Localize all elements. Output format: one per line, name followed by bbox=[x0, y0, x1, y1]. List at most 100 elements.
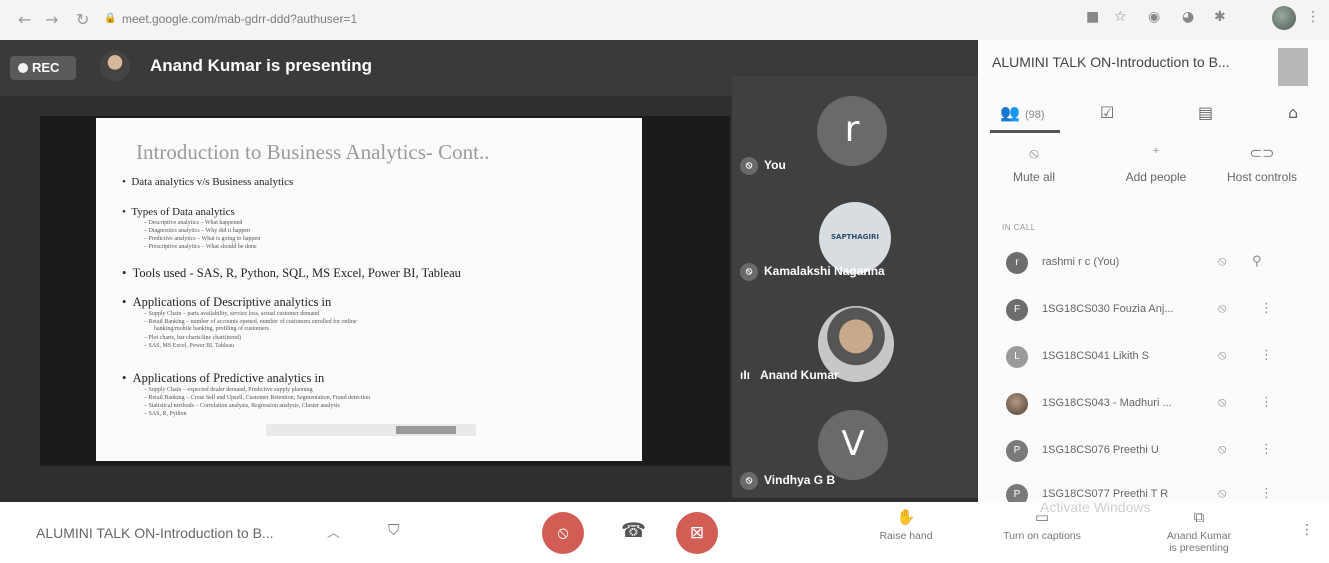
mic-toggle-button[interactable]: ⦸ bbox=[542, 512, 584, 554]
back-arrow-icon[interactable]: ← bbox=[18, 10, 31, 29]
tab-activities[interactable]: ⌂ bbox=[1288, 103, 1298, 122]
slide-title: Introduction to Business Analytics- Cont… bbox=[136, 140, 490, 164]
in-call-heading: IN CALL bbox=[1002, 223, 1036, 232]
more-options-icon[interactable]: ⋮ bbox=[1260, 442, 1273, 457]
more-options-icon[interactable]: ⋮ bbox=[1260, 301, 1273, 316]
slide-bullet: • Applications of Descriptive analytics … bbox=[122, 295, 332, 309]
slide-subbullet: – Predictive analytics – What is going t… bbox=[144, 236, 261, 242]
avatar: L bbox=[1006, 346, 1028, 368]
panel-meeting-title: ALUMINI TALK ON-Introduction to B... bbox=[992, 54, 1230, 70]
slide-subbullet: – Retail Banking – Cross Sell and Upsell… bbox=[144, 395, 371, 401]
avatar: F bbox=[1006, 299, 1028, 321]
shapes-icon: ⌂ bbox=[1288, 103, 1299, 122]
speaking-indicator-icon: ıIı bbox=[740, 368, 751, 382]
mic-off-icon[interactable]: ⦸ bbox=[1218, 395, 1226, 410]
slide-bullet: • Types of Data analytics bbox=[122, 206, 235, 218]
tile-label-anand: ıIı Anand Kumar bbox=[740, 368, 839, 382]
profile-avatar[interactable] bbox=[1272, 6, 1296, 30]
star-icon[interactable]: ☆ bbox=[1114, 9, 1127, 25]
shield-icon[interactable]: ⛉ bbox=[388, 521, 399, 539]
avatar: P bbox=[1006, 440, 1028, 462]
slide-subbullet: – Diagnostics analytics – Why did it hap… bbox=[144, 228, 251, 234]
tab-people[interactable]: 👥 (98) bbox=[1000, 103, 1045, 122]
chevron-up-icon[interactable]: ︿ bbox=[327, 522, 340, 541]
camera-icon[interactable]: ■ bbox=[1086, 9, 1099, 25]
record-dot-icon bbox=[18, 63, 28, 73]
tile-label-you: ⦸ You bbox=[740, 157, 786, 175]
slide-subbullet: – SAS, MS Excel, Power BI, Tableau bbox=[144, 343, 234, 349]
camera-toggle-button[interactable]: ⊠ bbox=[676, 512, 718, 554]
tile-label-vindhya: ⦸ Vindhya G B bbox=[740, 472, 835, 490]
address-bar[interactable]: meet.google.com/mab-gdrr-ddd?authuser=1 bbox=[122, 12, 357, 26]
more-options-icon[interactable]: ⋮ bbox=[1260, 395, 1273, 410]
slide-subbullet: – Statistical methods – Correlation anal… bbox=[144, 403, 340, 409]
camera-off-icon: ⊠ bbox=[689, 523, 705, 543]
people-panel: ALUMINI TALK ON-Introduction to B... 👥 (… bbox=[978, 40, 1329, 502]
avatar: P bbox=[1006, 484, 1028, 502]
present-now-button[interactable]: ⧉ Anand Kumar is presenting bbox=[1156, 508, 1242, 554]
self-view-thumbnail[interactable] bbox=[1278, 48, 1308, 86]
slide-subbullet: – Descriptive analytics – What happened bbox=[144, 220, 243, 226]
mic-off-icon: ⦸ bbox=[1029, 144, 1039, 162]
add-people-button[interactable]: ⁺ Add people bbox=[1108, 144, 1204, 184]
mic-off-icon[interactable]: ⦸ bbox=[1218, 486, 1226, 501]
slide-subbullet: – Plot charts, bar charts/line chart(tre… bbox=[144, 335, 241, 341]
toggle-icon: ⊂⊃ bbox=[1249, 144, 1275, 162]
checkbox-icon: ☑ bbox=[1100, 103, 1115, 122]
mic-off-icon: ⦸ bbox=[740, 157, 758, 175]
slide-bullet: • Data analytics v/s Business analytics bbox=[122, 176, 294, 188]
mic-off-icon[interactable]: ⦸ bbox=[1218, 442, 1226, 457]
phone-icon: ☎ bbox=[621, 518, 646, 542]
participant-row[interactable]: r rashmi r c (You) ⦸ ⚲ bbox=[992, 242, 1322, 286]
participant-row[interactable]: P 1SG18CS077 Preethi T R ⦸ ⋮ bbox=[992, 474, 1322, 502]
shield-extension-icon[interactable]: ◕ bbox=[1182, 9, 1194, 25]
participant-row[interactable]: F 1SG18CS030 Fouzia Anj... ⦸ ⋮ bbox=[992, 289, 1322, 333]
participant-row[interactable]: L 1SG18CS041 Likith S ⦸ ⋮ bbox=[992, 336, 1322, 380]
chat-icon: ▤ bbox=[1198, 103, 1214, 122]
tile-avatar: V bbox=[818, 410, 888, 480]
participant-row[interactable]: P 1SG18CS076 Preethi U ⦸ ⋮ bbox=[992, 430, 1322, 474]
hang-up-button[interactable]: ☎ bbox=[621, 518, 646, 542]
tile-label-kamalakshi: ⦸ Kamalakshi Naganna bbox=[740, 263, 885, 281]
shared-slide: Introduction to Business Analytics- Cont… bbox=[96, 118, 642, 461]
tab-chat[interactable]: ▤ bbox=[1198, 103, 1213, 122]
host-controls-button[interactable]: ⊂⊃ Host controls bbox=[1214, 144, 1310, 184]
presenting-label: Anand Kumar is presenting bbox=[150, 56, 372, 75]
slide-subbullet: – Retail Banking – number of accounts op… bbox=[144, 319, 357, 325]
mute-all-button[interactable]: ⦸ Mute all bbox=[986, 144, 1082, 184]
puzzle-icon[interactable]: ✱ bbox=[1214, 9, 1226, 25]
people-icon: 👥 bbox=[1000, 103, 1020, 122]
slide-subbullet: – Supply Chain – parts availability, ser… bbox=[144, 311, 320, 317]
pin-icon[interactable]: ⚲ bbox=[1252, 254, 1262, 269]
mic-off-icon[interactable]: ⦸ bbox=[1218, 348, 1226, 363]
reload-icon[interactable]: ↻ bbox=[76, 10, 89, 29]
lock-icon: 🔒 bbox=[104, 13, 117, 24]
browser-menu-icon[interactable]: ⋮ bbox=[1306, 9, 1320, 25]
avatar: r bbox=[1006, 252, 1028, 274]
mic-off-icon[interactable]: ⦸ bbox=[1218, 301, 1226, 316]
slide-bullet: • Tools used - SAS, R, Python, SQL, MS E… bbox=[122, 266, 461, 280]
slide-bullet: • Applications of Predictive analytics i… bbox=[122, 371, 325, 385]
recording-badge: REC bbox=[10, 56, 76, 80]
forward-arrow-icon[interactable]: → bbox=[45, 10, 58, 29]
slide-subbullet: – Supply Chain – expected dealer demand,… bbox=[144, 387, 313, 393]
tile-avatar: r bbox=[817, 96, 887, 166]
slide-sharing-bar bbox=[266, 424, 476, 436]
mic-off-icon[interactable]: ⦸ bbox=[1218, 254, 1226, 269]
meeting-title[interactable]: ALUMINI TALK ON-Introduction to B... bbox=[36, 525, 274, 541]
extension-icon[interactable]: ◉ bbox=[1148, 9, 1160, 25]
more-options-icon[interactable]: ⋮ bbox=[1260, 348, 1273, 363]
raise-hand-button[interactable]: ✋ Raise hand bbox=[864, 508, 948, 542]
tab-tasks[interactable]: ☑ bbox=[1100, 103, 1114, 122]
mic-off-icon: ⦸ bbox=[557, 523, 569, 543]
more-options-icon[interactable]: ⋮ bbox=[1300, 522, 1314, 538]
slide-subbullet: – Prescriptive analytics – What should b… bbox=[144, 244, 257, 250]
more-options-icon[interactable]: ⋮ bbox=[1260, 486, 1273, 501]
active-tab-indicator bbox=[990, 130, 1060, 133]
add-person-icon: ⁺ bbox=[1152, 144, 1160, 162]
participant-row[interactable]: 1SG18CS043 - Madhuri ... ⦸ ⋮ bbox=[992, 383, 1322, 427]
browser-toolbar: ← → ↻ 🔒 meet.google.com/mab-gdrr-ddd?aut… bbox=[0, 0, 1329, 40]
mic-off-icon: ⦸ bbox=[740, 472, 758, 490]
mic-off-icon: ⦸ bbox=[740, 263, 758, 281]
slide-subbullet: – SAS, R, Python bbox=[144, 411, 187, 417]
